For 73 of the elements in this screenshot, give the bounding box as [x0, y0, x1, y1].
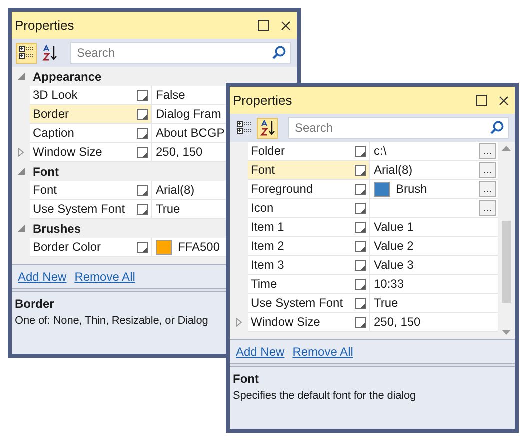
categorized-icon [18, 46, 34, 60]
window-title: Properties [15, 16, 74, 35]
description-text: Specifies the default font for the dialog [233, 389, 416, 404]
search-icon[interactable] [490, 121, 504, 135]
link[interactable]: Add New [236, 342, 285, 360]
categorized-icon [236, 121, 252, 135]
property-name[interactable]: Foreground [248, 180, 352, 199]
edit-icon[interactable] [355, 222, 366, 232]
edit-icon[interactable] [137, 204, 148, 214]
color-swatch[interactable] [156, 240, 172, 254]
edit-icon[interactable] [355, 184, 366, 194]
close-icon[interactable] [281, 20, 291, 30]
link[interactable]: Remove All [74, 268, 136, 286]
property-name[interactable]: 3D Look [30, 86, 134, 105]
description-title: Border [15, 296, 54, 313]
description-title: Font [233, 371, 259, 388]
edit-icon[interactable] [355, 278, 366, 290]
property-name[interactable]: Border Color [30, 238, 134, 257]
maximize-icon[interactable] [258, 20, 269, 31]
categorized-view-button[interactable] [16, 42, 37, 64]
link[interactable]: Add New [18, 268, 67, 286]
edit-icon[interactable] [137, 108, 148, 120]
property-name[interactable]: Window Size [30, 143, 134, 162]
edit-icon[interactable] [355, 164, 366, 176]
maximize-icon[interactable] [476, 95, 487, 106]
close-icon[interactable] [499, 96, 509, 106]
edit-icon[interactable] [355, 260, 366, 270]
property-value[interactable]: True [156, 200, 180, 218]
scrollbar-thumb[interactable] [502, 221, 511, 303]
property-value[interactable]: c:\ [374, 142, 387, 160]
property-value[interactable]: True [374, 294, 398, 312]
window-title: Properties [233, 92, 292, 110]
property-name[interactable]: Use System Font [30, 200, 134, 219]
collapse-icon[interactable] [18, 168, 24, 175]
collapse-icon[interactable] [18, 73, 24, 80]
edit-icon[interactable] [137, 242, 148, 252]
edit-icon[interactable] [355, 298, 366, 308]
property-value[interactable]: 250, 150 [156, 143, 203, 161]
property-name[interactable]: Font [30, 181, 134, 200]
search-field[interactable]: Search [288, 117, 509, 139]
property-name[interactable]: Window Size [248, 313, 352, 332]
edit-icon[interactable] [137, 184, 148, 196]
edit-icon[interactable] [355, 146, 366, 156]
property-name[interactable]: Font [248, 161, 352, 180]
alphabetical-view-button[interactable] [257, 118, 278, 138]
edit-icon[interactable] [137, 146, 148, 158]
edit-icon[interactable] [137, 128, 148, 138]
property-value[interactable]: FFA500 [178, 238, 220, 256]
property-name[interactable]: Item 3 [248, 256, 352, 275]
color-swatch[interactable] [374, 182, 390, 196]
search-icon[interactable] [272, 46, 286, 60]
edit-icon[interactable] [355, 316, 366, 328]
category-label[interactable]: Font [30, 162, 59, 180]
property-name[interactable]: Time [248, 275, 352, 294]
category-label[interactable]: Appearance [30, 68, 102, 86]
collapse-icon[interactable] [18, 225, 24, 232]
property-name[interactable]: Item 1 [248, 218, 352, 237]
link[interactable]: Remove All [292, 342, 354, 360]
property-name[interactable]: Icon [248, 199, 352, 218]
sort-az-icon [260, 120, 276, 136]
sort-az-icon [42, 45, 58, 61]
property-name[interactable]: Caption [30, 124, 134, 143]
property-name[interactable]: Border [30, 105, 134, 124]
property-name[interactable]: Folder [248, 142, 352, 161]
search-field[interactable]: Search [70, 42, 291, 64]
edit-icon[interactable] [137, 90, 148, 100]
category-label[interactable]: Brushes [30, 220, 82, 238]
property-name[interactable]: Item 2 [248, 237, 352, 256]
property-name[interactable]: Use System Font [248, 294, 352, 313]
edit-icon[interactable] [355, 240, 366, 252]
edit-icon[interactable] [355, 202, 366, 214]
property-value[interactable]: False [156, 86, 186, 104]
description-text: One of: None, Thin, Resizable, or Dialog [15, 314, 208, 329]
